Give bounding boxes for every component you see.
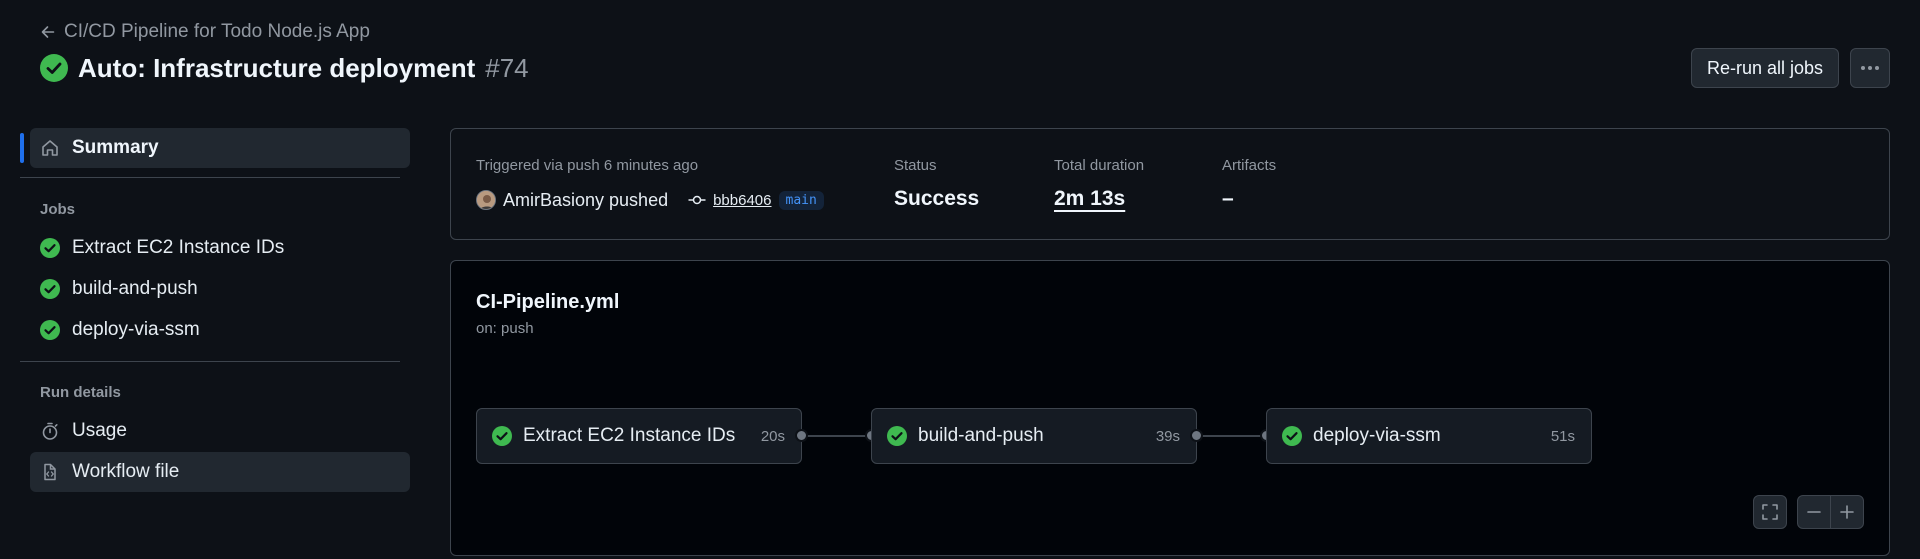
job-name: deploy-via-ssm <box>1313 425 1441 446</box>
status-value: Success <box>894 187 980 210</box>
active-indicator <box>20 133 24 163</box>
job-duration: 20s <box>760 427 785 445</box>
job-duration: 39s <box>1155 427 1180 445</box>
trigger-details: AmirBasiony pushed bbb6406 main <box>476 187 824 213</box>
sidebar-item-workflow-file[interactable]: Workflow file <box>30 452 410 492</box>
arrow-left-icon <box>40 24 56 40</box>
workflow-trigger: on: push <box>476 320 534 337</box>
sidebar-item-label: Workflow file <box>72 461 180 482</box>
kebab-horizontal-icon <box>1860 65 1880 71</box>
duration-label: Total duration <box>1054 157 1145 174</box>
rerun-all-jobs-button[interactable]: Re-run all jobs <box>1691 48 1839 88</box>
run-details-heading: Run details <box>40 384 121 401</box>
back-link-label: CI/CD Pipeline for Todo Node.js App <box>64 21 370 42</box>
job-node-extract-ec2[interactable]: Extract EC2 Instance IDs 20s <box>476 408 802 464</box>
artifacts-label: Artifacts <box>1222 157 1277 174</box>
sidebar-job-deploy-via-ssm[interactable]: deploy-via-ssm <box>30 310 410 350</box>
sidebar-item-summary[interactable]: Summary <box>30 128 410 168</box>
stopwatch-icon <box>40 421 60 441</box>
fullscreen-button[interactable] <box>1753 495 1787 529</box>
sidebar-item-label: Extract EC2 Instance IDs <box>72 237 285 258</box>
check-circle-icon <box>40 54 68 82</box>
git-commit-icon <box>688 194 706 206</box>
status-label: Status <box>894 157 937 174</box>
job-node-deploy-via-ssm[interactable]: deploy-via-ssm 51s <box>1266 408 1592 464</box>
sidebar-job-extract-ec2[interactable]: Extract EC2 Instance IDs <box>30 228 410 268</box>
run-title: Auto: Infrastructure deployment #74 <box>40 52 529 84</box>
sidebar-item-label: deploy-via-ssm <box>72 319 200 340</box>
sidebar-item-label: Usage <box>72 420 127 441</box>
sidebar-divider <box>20 361 400 362</box>
job-name: build-and-push <box>918 425 1044 446</box>
artifacts-value: – <box>1222 187 1234 210</box>
zoom-in-button[interactable] <box>1830 495 1864 529</box>
page-title: Auto: Infrastructure deployment <box>78 52 476 83</box>
check-circle-icon <box>887 426 907 446</box>
jobs-heading: Jobs <box>40 201 76 218</box>
back-to-workflow-link[interactable]: CI/CD Pipeline for Todo Node.js App <box>40 20 370 44</box>
job-duration: 51s <box>1550 427 1575 445</box>
branch-badge[interactable]: main <box>778 190 824 210</box>
sidebar-job-build-and-push[interactable]: build-and-push <box>30 269 410 309</box>
sidebar-divider <box>20 177 400 178</box>
connector-dot <box>1190 429 1203 442</box>
check-circle-icon <box>40 238 60 258</box>
file-code-icon <box>40 462 60 482</box>
duration-value-link[interactable]: 2m 13s <box>1054 187 1125 211</box>
more-options-button[interactable] <box>1850 48 1890 88</box>
job-name: Extract EC2 Instance IDs <box>523 425 736 446</box>
job-connector <box>1197 435 1267 437</box>
minus-icon <box>1806 504 1822 520</box>
workflow-graph-card: CI-Pipeline.yml on: push Extract EC2 Ins… <box>450 260 1890 556</box>
check-circle-icon <box>40 279 60 299</box>
check-circle-icon <box>492 426 512 446</box>
run-summary-card: Triggered via push 6 minutes ago AmirBas… <box>450 128 1890 240</box>
sidebar-item-label: build-and-push <box>72 278 198 299</box>
avatar[interactable] <box>476 190 496 210</box>
actor-name[interactable]: AmirBasiony pushed <box>503 190 668 211</box>
sidebar-item-label: Summary <box>72 137 159 158</box>
connector-dot <box>795 429 808 442</box>
run-number: #74 <box>485 52 529 83</box>
check-circle-icon <box>40 320 60 340</box>
sidebar-item-usage[interactable]: Usage <box>30 411 410 451</box>
home-icon <box>40 138 60 158</box>
trigger-label: Triggered via push 6 minutes ago <box>476 157 699 174</box>
workflow-file-name: CI-Pipeline.yml <box>476 291 620 313</box>
job-node-build-and-push[interactable]: build-and-push 39s <box>871 408 1197 464</box>
commit-hash-link[interactable]: bbb6406 <box>713 192 771 209</box>
zoom-out-button[interactable] <box>1797 495 1831 529</box>
screen-full-icon <box>1761 503 1779 521</box>
plus-icon <box>1839 504 1855 520</box>
check-circle-icon <box>1282 426 1302 446</box>
job-connector <box>802 435 872 437</box>
